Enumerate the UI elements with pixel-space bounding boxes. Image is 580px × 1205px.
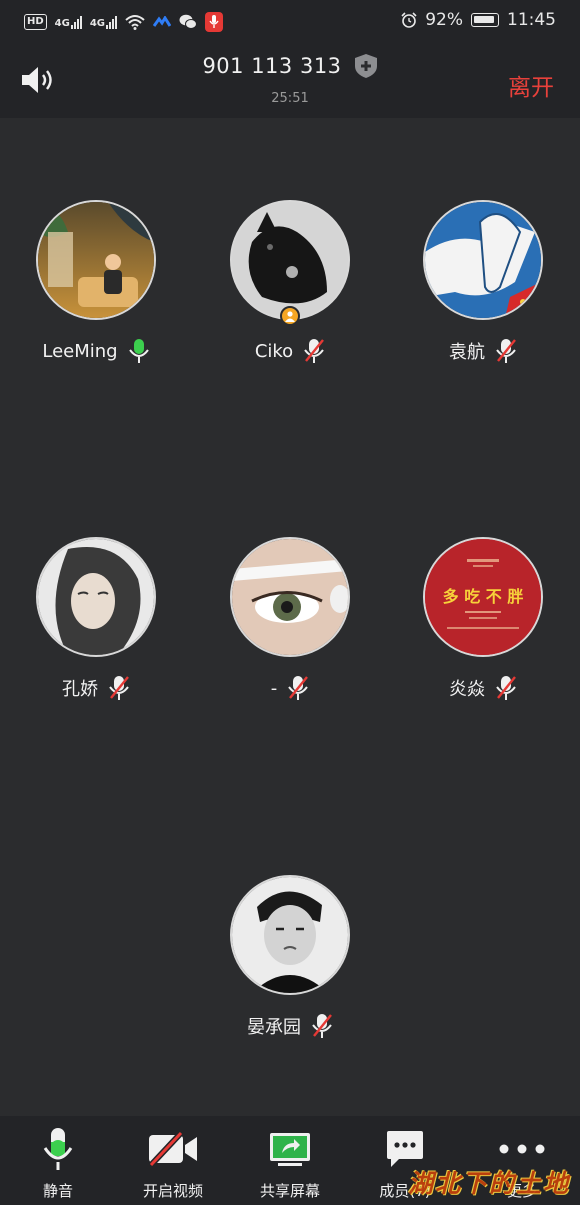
start-video-button[interactable]: 开启视频 xyxy=(118,1126,228,1201)
leave-button[interactable]: 离开 xyxy=(508,68,554,102)
mic-icon xyxy=(43,1128,73,1170)
participant-name-row: 袁航 xyxy=(393,338,573,364)
start-video-label: 开启视频 xyxy=(142,1182,203,1200)
more-dots-icon xyxy=(499,1144,545,1154)
participant-name-row: 晏承园 xyxy=(200,1013,380,1039)
avatar xyxy=(230,537,350,657)
members-chat-icon xyxy=(387,1131,423,1167)
mute-label: 静音 xyxy=(42,1182,73,1200)
participant-name: 晏承园 xyxy=(247,1017,301,1038)
shield-plus-icon[interactable] xyxy=(354,53,378,79)
avatar: 多 吃 不 胖 xyxy=(423,537,543,657)
participant-name: 袁航 xyxy=(449,342,485,363)
mic-muted-icon xyxy=(304,339,325,363)
avatar xyxy=(230,200,350,320)
participant-name-row: 炎焱 xyxy=(393,675,573,701)
participant-name-row: 孔娇 xyxy=(6,675,186,701)
mic-muted-icon xyxy=(109,676,129,700)
participant-tile[interactable]: 孔娇 xyxy=(6,537,186,701)
wifi-icon xyxy=(125,15,145,30)
participant-name: Ciko xyxy=(254,340,294,362)
avatar xyxy=(230,875,350,995)
participant-name: LeeMing xyxy=(42,340,118,362)
mic-muted-icon xyxy=(312,1014,332,1038)
cell-signal-2-icon: 4G xyxy=(89,15,118,29)
signal-type-2: 4G xyxy=(89,18,106,29)
status-left: HD 4G 4G xyxy=(24,12,224,32)
battery-icon xyxy=(471,13,499,27)
app-notification-icon xyxy=(153,16,172,27)
mic-muted-icon xyxy=(496,339,516,363)
participant-name: - xyxy=(270,677,278,699)
avatar xyxy=(36,200,156,320)
mute-button[interactable]: 静音 xyxy=(3,1126,113,1201)
meeting-header: 901 113 313 25:51 离开 xyxy=(0,46,580,118)
participant-tile[interactable]: Ciko xyxy=(200,200,380,364)
clock: 11:45 xyxy=(507,10,556,30)
host-badge-icon xyxy=(280,306,300,326)
status-bar: HD 4G 4G 92% 11:45 xyxy=(0,0,580,46)
status-right: 92% 11:45 xyxy=(401,10,556,30)
participant-name: 炎焱 xyxy=(449,679,485,700)
avatar xyxy=(36,537,156,657)
avatar xyxy=(423,200,543,320)
participant-name-row: - xyxy=(200,675,380,701)
participant-tile[interactable]: - xyxy=(200,537,380,701)
mic-muted-icon xyxy=(288,676,309,700)
meeting-id[interactable]: 901 113 313 xyxy=(202,54,341,78)
watermark: 湖北下的土地 xyxy=(407,1169,570,1198)
share-screen-label: 共享屏幕 xyxy=(259,1182,320,1200)
meeting-id-row: 901 113 313 xyxy=(0,53,580,79)
participant-tile[interactable]: 晏承园 xyxy=(200,875,380,1039)
share-screen-icon xyxy=(270,1133,310,1166)
participant-tile[interactable]: 多 吃 不 胖 炎焱 xyxy=(393,537,573,701)
mic-on-icon xyxy=(128,339,149,363)
meeting-timer: 25:51 xyxy=(271,91,309,106)
participant-name-row: LeeMing xyxy=(6,338,186,364)
participant-name: 孔娇 xyxy=(62,679,98,700)
hd-badge: HD xyxy=(24,14,47,30)
participant-name-row: Ciko xyxy=(200,338,380,364)
cell-signal-1-icon: 4G xyxy=(55,15,82,29)
recording-mic-icon xyxy=(205,12,224,32)
avatar-text: 多 吃 不 胖 xyxy=(442,587,524,606)
signal-type-1: 4G xyxy=(54,18,70,29)
alarm-icon xyxy=(401,12,417,28)
battery-percent: 92% xyxy=(425,10,463,30)
participant-tile[interactable]: 袁航 xyxy=(393,200,573,364)
mic-muted-icon xyxy=(496,676,516,700)
video-off-icon xyxy=(148,1131,197,1167)
participant-tile[interactable]: LeeMing xyxy=(6,200,186,364)
wechat-icon xyxy=(179,14,198,29)
share-screen-button[interactable]: 共享屏幕 xyxy=(235,1126,345,1201)
